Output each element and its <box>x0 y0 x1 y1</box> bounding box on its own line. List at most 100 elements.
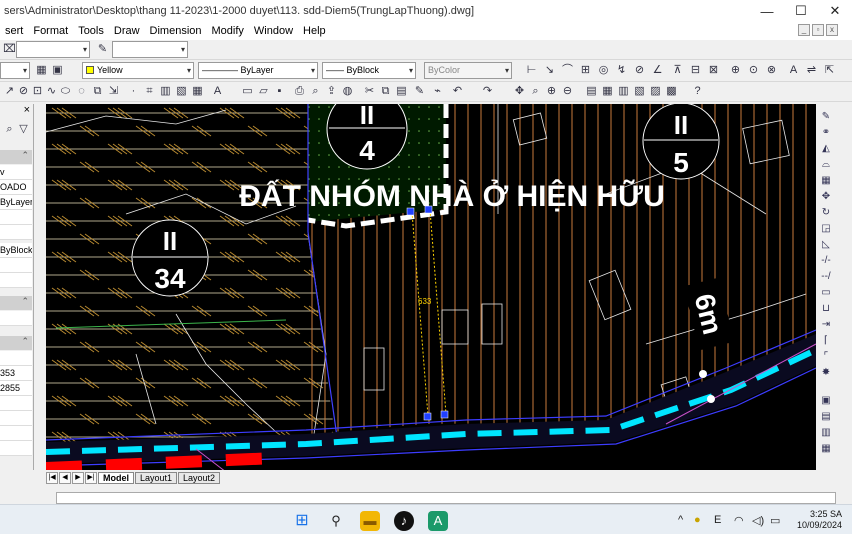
palette-close-icon[interactable]: × <box>24 104 30 116</box>
plot-icon[interactable]: ⎙ <box>292 84 307 99</box>
scale-icon[interactable]: ◲ <box>818 222 834 236</box>
center-mark-icon[interactable]: ⊙ <box>746 63 761 78</box>
undo-icon[interactable]: ↶ <box>450 84 465 99</box>
maximize-button[interactable]: ☐ <box>784 0 818 22</box>
chamfer-icon[interactable]: ⌈ <box>818 334 834 348</box>
lineweight-combo[interactable]: —— ByBlock ▾ <box>322 62 416 79</box>
palette-row-empty[interactable] <box>0 441 32 456</box>
dim-angular-icon[interactable]: ∠ <box>650 63 665 78</box>
block-editor-icon[interactable]: ⌁ <box>430 84 445 99</box>
bring-above-icon[interactable]: ▥ <box>818 426 834 440</box>
palette-row-empty[interactable] <box>0 273 32 288</box>
palette-row-empty[interactable] <box>0 396 32 411</box>
join-icon[interactable]: ⇥ <box>818 318 834 332</box>
trim-icon[interactable]: -/- <box>818 254 834 268</box>
draw-order-back-icon[interactable]: ▤ <box>818 410 834 424</box>
wifi-icon[interactable]: ◠ <box>734 514 744 527</box>
layer-combo[interactable]: ▾ <box>0 62 30 79</box>
cut-icon[interactable]: ✂ <box>362 84 377 99</box>
palette-row[interactable]: v <box>0 165 32 180</box>
draw-order-front-icon[interactable]: ▣ <box>818 394 834 408</box>
properties-icon[interactable]: ▤ <box>584 84 599 99</box>
hatch-icon[interactable]: ⌗ <box>142 84 157 99</box>
ime-indicator[interactable]: E <box>714 514 721 526</box>
palette-row[interactable]: ByLayer <box>0 195 32 210</box>
text-style-combo[interactable]: ▾ <box>16 41 90 58</box>
markup-icon[interactable]: ▨ <box>648 84 663 99</box>
tab-next-button[interactable]: ▶ <box>72 472 84 484</box>
region-icon[interactable]: ▥ <box>158 84 173 99</box>
doc-close-button[interactable]: x <box>826 24 838 36</box>
ellipse-icon[interactable]: ⬭ <box>58 84 73 99</box>
publish-icon[interactable]: ⇪ <box>324 84 339 99</box>
pan-icon[interactable]: ✥ <box>512 84 527 99</box>
make-block-icon[interactable]: ⇲ <box>106 84 121 99</box>
tab-prev-button[interactable]: ◀ <box>59 472 71 484</box>
send-under-icon[interactable]: ▦ <box>818 442 834 456</box>
menu-window[interactable]: Window <box>249 25 298 37</box>
dim-linear-icon[interactable]: ⊢ <box>524 63 539 78</box>
dim-text-edit-icon[interactable]: A <box>786 63 801 78</box>
point-icon[interactable]: · <box>126 84 141 99</box>
battery-icon[interactable]: ▭ <box>770 514 780 527</box>
circle-icon[interactable]: ⊘ <box>16 84 31 99</box>
rotate-icon[interactable]: ↻ <box>818 206 834 220</box>
tab-layout1[interactable]: Layout1 <box>135 472 178 484</box>
palette-row-empty[interactable] <box>0 351 32 366</box>
dim-diameter-icon[interactable]: ⊘ <box>632 63 647 78</box>
redo-icon[interactable]: ↷ <box>480 84 495 99</box>
help-icon[interactable]: ? <box>690 84 705 99</box>
select-objects-icon[interactable]: ▽ <box>16 122 31 137</box>
zoom-realtime-icon[interactable]: ⌕ <box>528 84 543 99</box>
erase-icon[interactable]: ✎ <box>818 110 834 124</box>
plotstyle-combo[interactable]: ByColor ▾ <box>424 62 512 79</box>
menu-modify[interactable]: Modify <box>207 25 249 37</box>
dim-jogged-icon[interactable]: ↯ <box>614 63 629 78</box>
autocad-app-icon[interactable]: A <box>428 511 448 531</box>
copy-icon[interactable]: ⧉ <box>378 84 393 99</box>
new-file-icon[interactable]: ▭ <box>240 84 255 99</box>
ellipse-arc-icon[interactable]: ◌ <box>74 84 89 99</box>
palette-row[interactable]: ByBlock <box>0 243 32 258</box>
insert-block-icon[interactable]: ⧉ <box>90 84 105 99</box>
stretch-icon[interactable]: ◺ <box>818 238 834 252</box>
offset-icon[interactable]: ⌓ <box>818 158 834 172</box>
fillet-icon[interactable]: ⌜ <box>818 350 834 364</box>
tab-model[interactable]: Model <box>98 472 134 484</box>
line-icon[interactable]: ↗ <box>2 84 17 99</box>
dim-style-update-icon[interactable]: ⇱ <box>822 63 837 78</box>
dim-aligned-icon[interactable]: ↘ <box>542 63 557 78</box>
drawing-canvas[interactable]: 633 6m II 4 II 5 II 34 ĐẤT NHÓM NHÀ Ở HI… <box>46 104 816 470</box>
tab-first-button[interactable]: |◀ <box>46 472 58 484</box>
palette-row-empty[interactable] <box>0 225 32 240</box>
tab-last-button[interactable]: ▶| <box>85 472 97 484</box>
file-explorer-icon[interactable]: ▬ <box>360 511 380 531</box>
quick-select-icon[interactable]: ⌕ <box>2 122 17 137</box>
quickcalc-icon[interactable]: ▩ <box>664 84 679 99</box>
dim-baseline-icon[interactable]: ⊟ <box>688 63 703 78</box>
search-icon[interactable]: ⚲ <box>326 511 346 531</box>
palette-row-empty[interactable] <box>0 426 32 441</box>
tolerance-icon[interactable]: ⊕ <box>728 63 743 78</box>
spline-icon[interactable]: ∿ <box>44 84 59 99</box>
array-icon[interactable]: ▦ <box>818 174 834 188</box>
dim-update-icon[interactable]: ⇌ <box>804 63 819 78</box>
road-node[interactable] <box>707 395 715 403</box>
system-clock[interactable]: 3:25 SA 10/09/2024 <box>797 509 842 531</box>
menu-format[interactable]: Format <box>28 25 73 37</box>
gradient-icon[interactable]: ▧ <box>174 84 189 99</box>
volume-icon[interactable]: ◁) <box>752 514 764 527</box>
tab-layout2[interactable]: Layout2 <box>178 472 221 484</box>
palette-row-empty[interactable] <box>0 258 32 273</box>
dim-arc-icon[interactable]: ⌒ <box>560 63 575 78</box>
dim-ordinate-icon[interactable]: ⊞ <box>578 63 593 78</box>
menu-help[interactable]: Help <box>298 25 331 37</box>
start-windows-icon[interactable]: ⊞ <box>292 511 312 531</box>
sheet-set-icon[interactable]: ▧ <box>632 84 647 99</box>
misc-section-header[interactable]: ⌃ <box>0 336 32 350</box>
text-style-icon[interactable]: ⌧ <box>2 42 17 57</box>
dim-continue-icon[interactable]: ⊠ <box>706 63 721 78</box>
multiline-text-icon[interactable]: A <box>210 84 225 99</box>
general-section-header[interactable]: ⌃ <box>0 150 32 164</box>
layer-manager-icon[interactable]: ▦ <box>34 63 49 78</box>
